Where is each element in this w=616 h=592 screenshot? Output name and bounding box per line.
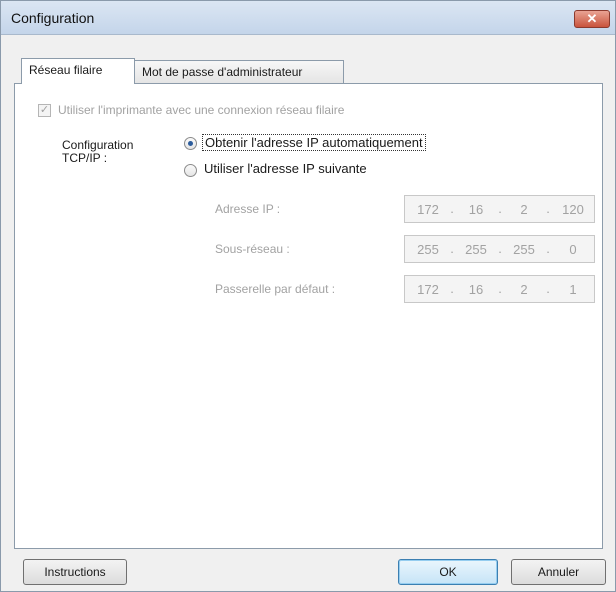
wired-network-panel: ✓ Utiliser l'imprimante avec une connexi… bbox=[14, 83, 603, 549]
ip-separator: . bbox=[498, 241, 502, 256]
ip-octet: 0 bbox=[569, 242, 577, 257]
close-button[interactable]: ✕ bbox=[574, 10, 610, 28]
configuration-dialog: Configuration ✕ Réseau filaire Mot de pa… bbox=[0, 0, 616, 592]
ip-octet: 2 bbox=[520, 282, 528, 297]
title-bar: Configuration ✕ bbox=[1, 1, 615, 35]
ip-octet: 16 bbox=[468, 282, 484, 297]
ip-separator: . bbox=[450, 281, 454, 296]
radio-selected-dot bbox=[188, 141, 193, 146]
ip-octet: 255 bbox=[513, 242, 535, 257]
cancel-button[interactable]: Annuler bbox=[511, 559, 606, 585]
tab-admin-password[interactable]: Mot de passe d'administrateur bbox=[134, 60, 344, 84]
radio-use-static-ip[interactable] bbox=[184, 164, 197, 177]
ip-octet: 255 bbox=[417, 242, 439, 257]
window-title: Configuration bbox=[11, 10, 95, 26]
tcp-ip-config-label: Configuration TCP/IP : bbox=[62, 139, 133, 165]
instructions-button[interactable]: Instructions bbox=[23, 559, 127, 585]
ip-octet: 172 bbox=[417, 202, 439, 217]
ip-separator: . bbox=[498, 201, 502, 216]
use-wired-printer-checkbox[interactable]: ✓ bbox=[38, 104, 51, 117]
ip-separator: . bbox=[498, 281, 502, 296]
ip-octet: 2 bbox=[520, 202, 528, 217]
ip-octet: 255 bbox=[465, 242, 487, 257]
ip-address-field[interactable]: 172 . 16 . 2 . 120 bbox=[404, 195, 595, 223]
ip-octet: 120 bbox=[562, 202, 584, 217]
ip-separator: . bbox=[546, 281, 550, 296]
ip-octet: 172 bbox=[417, 282, 439, 297]
ip-octet: 1 bbox=[569, 282, 577, 297]
subnet-label: Sous-réseau : bbox=[215, 242, 290, 256]
ip-separator: . bbox=[546, 241, 550, 256]
check-icon: ✓ bbox=[39, 104, 50, 116]
ok-button[interactable]: OK bbox=[398, 559, 498, 585]
radio-obtain-ip-auto[interactable] bbox=[184, 137, 197, 150]
close-icon: ✕ bbox=[586, 11, 598, 26]
ip-separator: . bbox=[450, 241, 454, 256]
subnet-field[interactable]: 255 . 255 . 255 . 0 bbox=[404, 235, 595, 263]
radio-use-static-ip-label[interactable]: Utiliser l'adresse IP suivante bbox=[204, 161, 367, 176]
gateway-field[interactable]: 172 . 16 . 2 . 1 bbox=[404, 275, 595, 303]
ip-separator: . bbox=[546, 201, 550, 216]
use-wired-printer-label: Utiliser l'imprimante avec une connexion… bbox=[58, 103, 345, 117]
radio-obtain-ip-auto-label[interactable]: Obtenir l'adresse IP automatiquement bbox=[202, 134, 426, 151]
ip-address-label: Adresse IP : bbox=[215, 202, 281, 216]
ip-separator: . bbox=[450, 201, 454, 216]
tab-wired-network[interactable]: Réseau filaire bbox=[21, 58, 135, 84]
tcp-ip-label-line2: TCP/IP : bbox=[62, 151, 108, 165]
ip-octet: 16 bbox=[468, 202, 484, 217]
gateway-label: Passerelle par défaut : bbox=[215, 282, 336, 296]
